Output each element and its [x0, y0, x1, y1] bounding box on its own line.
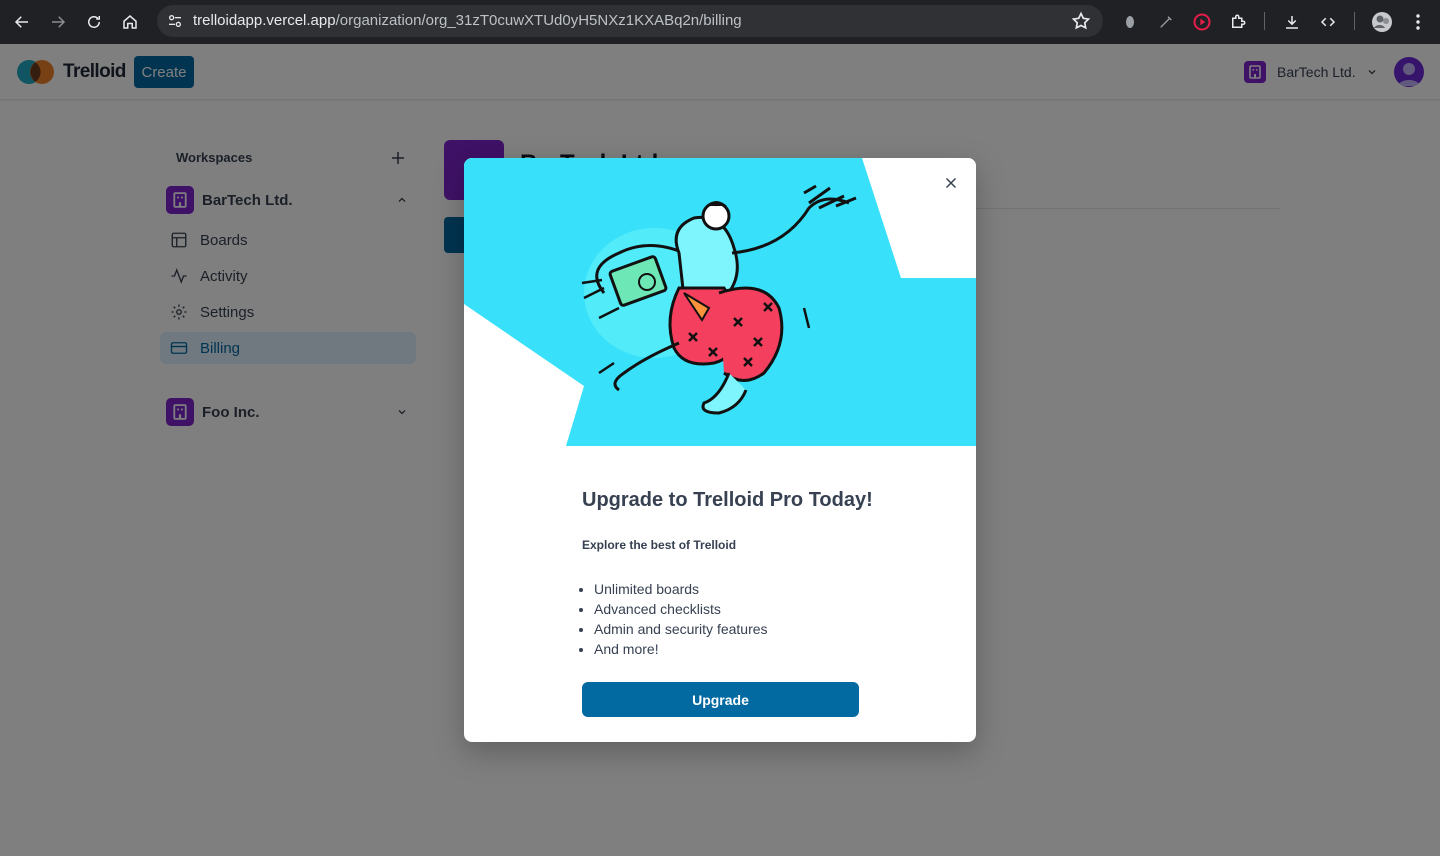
address-bar[interactable]: trelloidapp.vercel.app/organization/org_…	[157, 5, 1103, 37]
kebab-menu-icon[interactable]	[1406, 10, 1430, 34]
feature-item: And more!	[594, 639, 768, 659]
upgrade-pro-modal: Upgrade to Trelloid Pro Today! Explore t…	[464, 158, 976, 742]
close-icon[interactable]	[942, 174, 960, 192]
extension-icon[interactable]	[1118, 10, 1142, 34]
pen-extension-icon[interactable]	[1154, 10, 1178, 34]
profile-avatar-icon[interactable]	[1370, 10, 1394, 34]
url-host: trelloidapp.vercel.app	[193, 12, 336, 29]
feature-list: Unlimited boards Advanced checklists Adm…	[594, 579, 768, 659]
toolbar-divider	[1354, 12, 1355, 30]
site-settings-icon[interactable]	[163, 9, 187, 33]
record-extension-icon[interactable]	[1190, 10, 1214, 34]
modal-title: Upgrade to Trelloid Pro Today!	[582, 489, 873, 511]
upgrade-button[interactable]: Upgrade	[582, 682, 859, 717]
browser-toolbar: trelloidapp.vercel.app/organization/org_…	[0, 0, 1440, 44]
devtools-code-icon[interactable]	[1316, 10, 1340, 34]
home-icon[interactable]	[116, 8, 144, 36]
back-arrow-icon[interactable]	[8, 8, 36, 36]
url-text: trelloidapp.vercel.app/organization/org_…	[193, 12, 742, 29]
forward-arrow-icon[interactable]	[44, 8, 72, 36]
modal-subtitle: Explore the best of Trelloid	[582, 538, 737, 552]
toolbar-divider	[1264, 12, 1265, 30]
download-icon[interactable]	[1280, 10, 1304, 34]
puzzle-extensions-icon[interactable]	[1226, 10, 1250, 34]
bookmark-star-icon[interactable]	[1071, 11, 1091, 31]
feature-item: Advanced checklists	[594, 599, 768, 619]
url-path: /organization/org_31zT0cuwXTUd0yH5NXz1KX…	[335, 12, 742, 29]
feature-item: Unlimited boards	[594, 579, 768, 599]
reload-icon[interactable]	[80, 8, 108, 36]
hero-illustration	[464, 158, 976, 446]
feature-item: Admin and security features	[594, 619, 768, 639]
